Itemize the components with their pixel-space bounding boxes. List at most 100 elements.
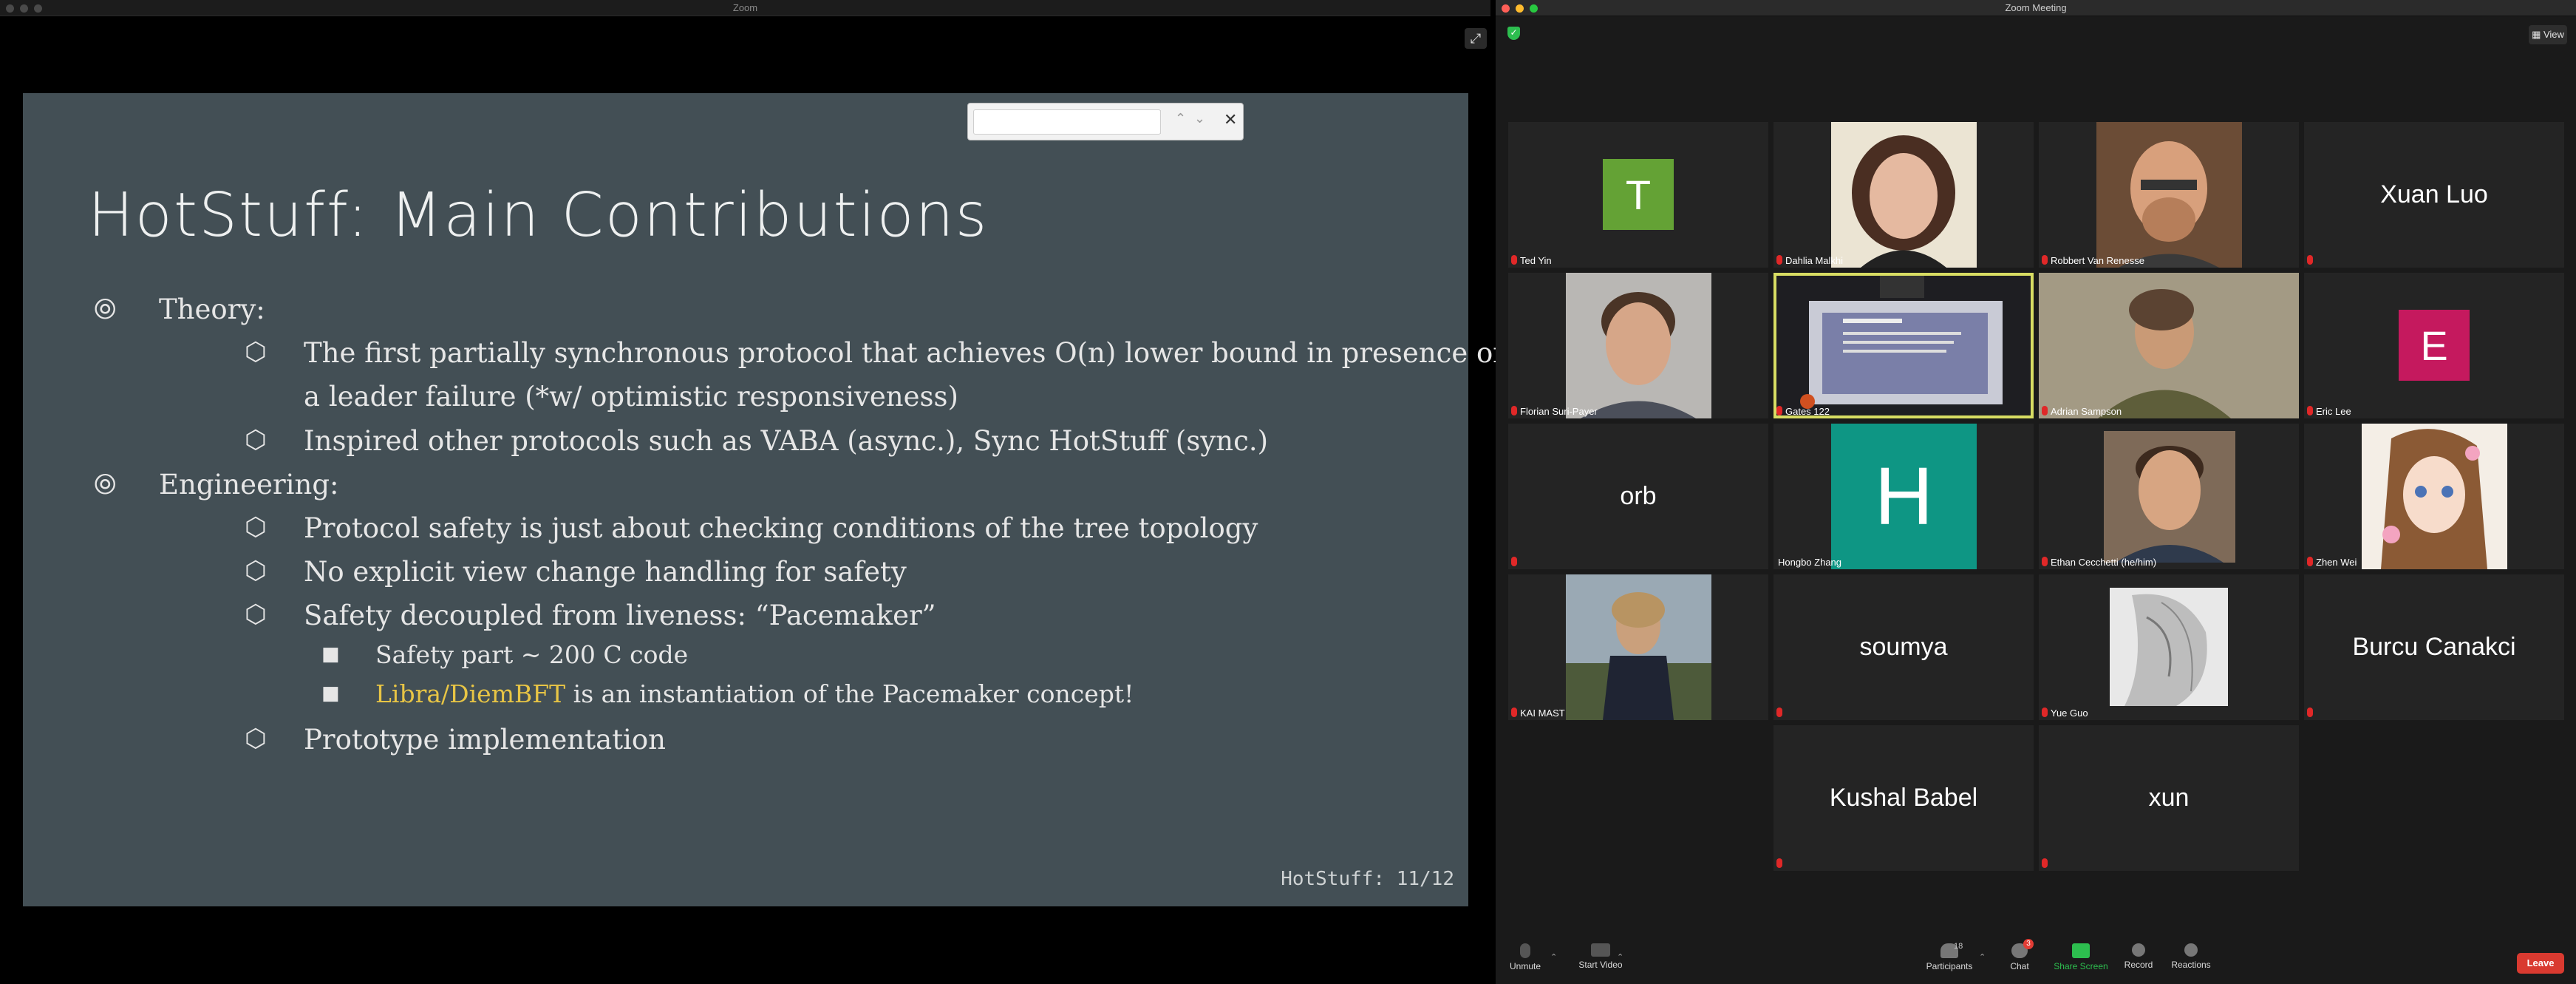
reactions-icon bbox=[2184, 943, 2198, 957]
mic-muted-icon bbox=[1776, 858, 1782, 868]
participant-tile[interactable]: Zhen Wei bbox=[2304, 424, 2564, 569]
meeting-toolbar: Unmute ⌃ Start Video ⌃ Participants 18 ⌃… bbox=[1496, 937, 2576, 984]
participants-button[interactable]: Participants bbox=[1920, 943, 1979, 971]
hexagon-bullet-icon: ⬡ bbox=[245, 337, 267, 367]
participant-tile[interactable]: Robbert Van Renesse bbox=[2039, 122, 2299, 268]
participant-name: Florian Suri-Payer bbox=[1520, 406, 1598, 417]
participant-tile[interactable]: Xuan Luo bbox=[2304, 122, 2564, 268]
mic-muted-icon bbox=[1776, 406, 1782, 415]
participant-tile[interactable]: Yue Guo bbox=[2039, 574, 2299, 720]
mic-muted-icon bbox=[2042, 858, 2048, 868]
zoom-meeting-window: Zoom Meeting ✓ ▦ View T Ted Yin Dahlia M… bbox=[1496, 0, 2576, 984]
participant-name: Dahlia Malkhi bbox=[1785, 255, 1844, 266]
mic-muted-icon bbox=[1776, 708, 1782, 717]
participant-tile[interactable]: Ethan Cecchetti (he/him) bbox=[2039, 424, 2299, 569]
mic-muted-icon bbox=[2307, 557, 2313, 566]
audio-options-caret-icon[interactable]: ⌃ bbox=[1550, 952, 1557, 962]
bullet-eng-2: No explicit view change handling for saf… bbox=[304, 556, 907, 588]
hexagon-bullet-icon: ⬡ bbox=[245, 600, 267, 629]
participant-name: Gates 122 bbox=[1785, 406, 1830, 417]
mic-muted-icon bbox=[1511, 255, 1517, 265]
participant-tile[interactable]: orb bbox=[1508, 424, 1768, 569]
bullet-theory-2: Inspired other protocols such as VABA (a… bbox=[304, 425, 1269, 457]
participant-tile[interactable]: Florian Suri-Payer bbox=[1508, 273, 1768, 418]
participant-tile[interactable]: Kushal Babel bbox=[1773, 725, 2034, 871]
participant-display-name: xun bbox=[2148, 784, 2190, 812]
avatar bbox=[1831, 122, 1977, 268]
bullet-eng-4: Prototype implementation bbox=[304, 724, 666, 756]
find-previous-icon[interactable]: ⌃ bbox=[1175, 111, 1186, 126]
circle-bullet-icon: ⦾ bbox=[94, 468, 117, 501]
participant-display-name: soumya bbox=[1859, 633, 1948, 661]
mic-muted-icon bbox=[2307, 255, 2313, 265]
record-button[interactable]: Record bbox=[2118, 943, 2159, 970]
mic-muted-icon bbox=[1511, 406, 1517, 415]
room-video bbox=[1776, 276, 2031, 415]
sketch-avatar-image bbox=[2124, 594, 2207, 706]
mic-muted-icon bbox=[1511, 557, 1517, 566]
unmute-button[interactable]: Unmute bbox=[1503, 943, 1547, 971]
hexagon-bullet-icon: ⬡ bbox=[245, 512, 267, 542]
participant-tile[interactable]: Adrian Sampson bbox=[2039, 273, 2299, 418]
participant-display-name: Burcu Canakci bbox=[2352, 633, 2516, 661]
leave-button[interactable]: Leave bbox=[2517, 953, 2564, 974]
mic-muted-icon bbox=[2042, 708, 2048, 717]
find-input[interactable] bbox=[973, 109, 1161, 135]
video-off-icon bbox=[1591, 943, 1610, 957]
mic-muted-icon bbox=[2042, 255, 2048, 265]
hexagon-bullet-icon: ⬡ bbox=[245, 556, 267, 586]
window-title: Zoom Meeting bbox=[2005, 2, 2067, 13]
mic-muted-icon bbox=[2042, 406, 2048, 415]
chat-badge: 3 bbox=[2023, 939, 2034, 949]
participant-tile[interactable]: Burcu Canakci bbox=[2304, 574, 2564, 720]
right-titlebar: Zoom Meeting bbox=[1496, 0, 2576, 16]
avatar bbox=[2362, 424, 2507, 569]
room-video-image bbox=[1800, 276, 2003, 409]
participant-tile[interactable]: Dahlia Malkhi bbox=[1773, 122, 2034, 268]
participant-name: Adrian Sampson bbox=[2051, 406, 2122, 417]
find-close-icon[interactable]: ✕ bbox=[1224, 110, 1237, 129]
participant-tile[interactable]: xun bbox=[2039, 725, 2299, 871]
participant-tile[interactable]: T Ted Yin bbox=[1508, 122, 1768, 268]
participant-tile-active-speaker[interactable]: Gates 122 bbox=[1773, 273, 2034, 418]
participant-name: Eric Lee bbox=[2316, 406, 2351, 417]
bullet-theory-1a: The first partially synchronous protocol… bbox=[304, 337, 1503, 369]
reactions-button[interactable]: Reactions bbox=[2165, 943, 2217, 970]
fullscreen-icon[interactable]: ⤢ bbox=[1465, 28, 1487, 49]
bullet-eng-3a: Safety part ~ 200 C code bbox=[375, 640, 689, 669]
mic-muted-icon bbox=[2307, 708, 2313, 717]
circle-bullet-icon: ⦾ bbox=[94, 293, 117, 325]
mic-muted-icon bbox=[2042, 557, 2048, 566]
portrait-image bbox=[2119, 141, 2219, 268]
view-button[interactable]: ▦ View bbox=[2529, 25, 2567, 44]
participant-tile[interactable]: H Hongbo Zhang bbox=[1773, 424, 2034, 569]
avatar: H bbox=[1831, 424, 1977, 569]
avatar: T bbox=[1603, 159, 1674, 230]
slide-page-number: HotStuff: 11/12 bbox=[1281, 868, 1454, 890]
participant-display-name: Kushal Babel bbox=[1829, 784, 1978, 812]
shared-screen-window: Zoom ⤢ HotStuff: Main Contributions ⦾ Th… bbox=[0, 0, 1503, 984]
left-titlebar: Zoom bbox=[0, 0, 1490, 16]
presentation-slide: HotStuff: Main Contributions ⦾ Theory: ⬡… bbox=[23, 93, 1503, 906]
shield-icon[interactable]: ✓ bbox=[1507, 27, 1520, 40]
bullet-engineering: Engineering: bbox=[159, 469, 339, 501]
bullet-theory: Theory: bbox=[159, 293, 265, 325]
share-screen-button[interactable]: Share Screen bbox=[2051, 943, 2110, 971]
participant-tile[interactable]: E Eric Lee bbox=[2304, 273, 2564, 418]
video-options-caret-icon[interactable]: ⌃ bbox=[1617, 952, 1623, 962]
portrait-image bbox=[1852, 135, 1955, 268]
participant-name: Robbert Van Renesse bbox=[2051, 255, 2144, 266]
find-next-icon[interactable]: ⌄ bbox=[1194, 111, 1205, 126]
anime-avatar-image bbox=[2381, 429, 2487, 569]
participant-tile[interactable]: soumya bbox=[1773, 574, 2034, 720]
chat-button[interactable]: Chat bbox=[2001, 943, 2038, 971]
participant-name: Ethan Cecchetti (he/him) bbox=[2051, 557, 2157, 568]
mic-muted-icon bbox=[1511, 708, 1517, 717]
mic-muted-icon bbox=[2307, 406, 2313, 415]
participant-name: Hongbo Zhang bbox=[1778, 557, 1842, 568]
participants-options-caret-icon[interactable]: ⌃ bbox=[1979, 952, 1986, 962]
find-bar: ⌃ ⌄ ✕ bbox=[967, 103, 1244, 140]
slide-title: HotStuff: Main Contributions bbox=[88, 180, 989, 251]
participant-tile[interactable]: KAI MAST bbox=[1508, 574, 1768, 720]
avatar bbox=[1566, 273, 1711, 418]
